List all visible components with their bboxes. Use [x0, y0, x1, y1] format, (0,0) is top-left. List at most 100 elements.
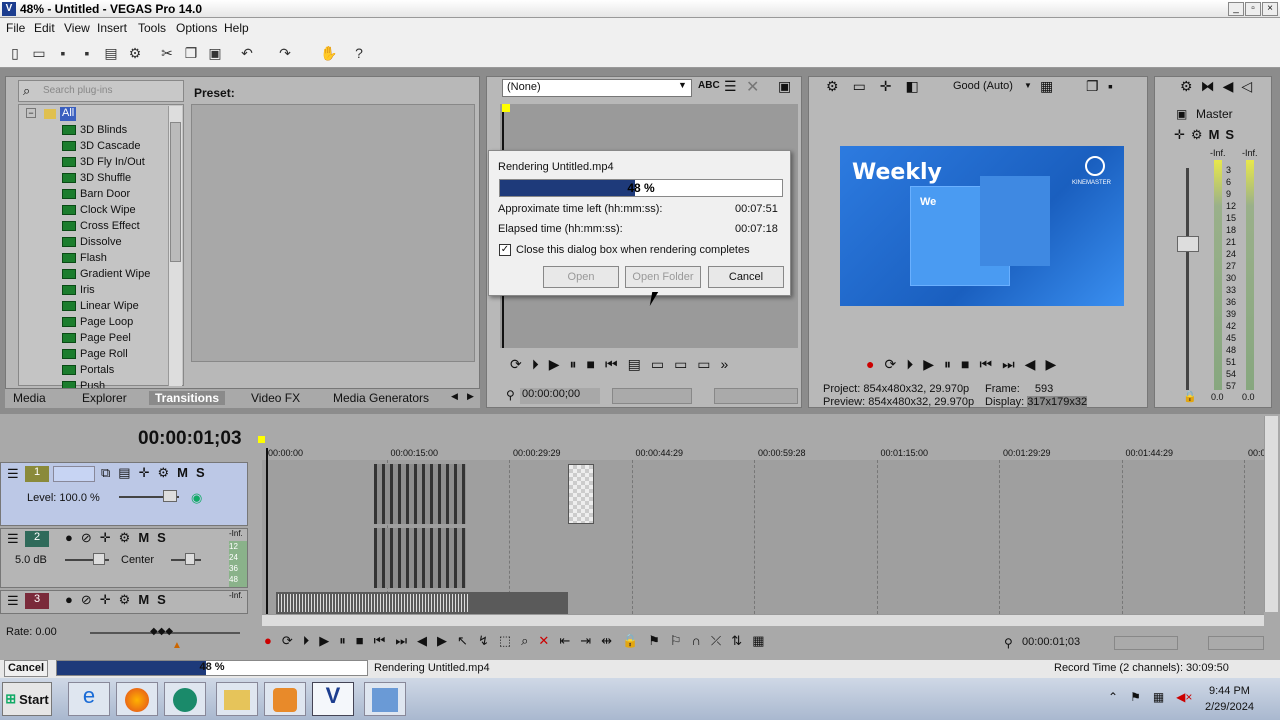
plugin-item[interactable]: 3D Fly In/Out	[62, 154, 145, 170]
trim-insert-icon[interactable]: ▭	[674, 356, 687, 373]
invert-phase-icon[interactable]: ⊘	[81, 530, 92, 546]
media-player-icon[interactable]	[264, 682, 306, 716]
action-center-flag-icon[interactable]: ⚑	[1130, 690, 1141, 704]
start-button[interactable]: ⊞ Start	[2, 682, 52, 716]
track-collapse-icon[interactable]: ☰	[7, 593, 19, 609]
open-folder-button[interactable]: Open Folder	[625, 266, 701, 288]
tab-scroll-left-icon[interactable]: ◀	[451, 391, 458, 402]
undo-icon[interactable]: ↶	[238, 44, 256, 62]
new-icon[interactable]: ▯	[6, 44, 24, 62]
master-pan-icon[interactable]: ✛	[1174, 127, 1185, 143]
close-on-complete-checkbox[interactable]: ✓	[499, 244, 511, 256]
plugin-item[interactable]: Page Loop	[62, 314, 133, 330]
motion-icon[interactable]: ⧉	[101, 465, 110, 481]
menu-tools[interactable]: Tools	[138, 21, 166, 35]
next-frame-icon[interactable]: ▶	[1045, 356, 1056, 373]
trim-mode-icon[interactable]: ▤	[628, 356, 641, 373]
master-fx-chain-icon[interactable]: ⚙	[1191, 127, 1203, 143]
chevron-down-icon[interactable]: ▼	[1024, 81, 1032, 90]
tab-video-fx[interactable]: Video FX	[251, 391, 300, 405]
timeline-vscrollbar[interactable]	[1264, 416, 1278, 612]
track-collapse-icon[interactable]: ☰	[7, 466, 19, 482]
render-icon[interactable]: ▤	[102, 44, 120, 62]
zoom-tool-icon[interactable]: ⌕	[521, 633, 528, 649]
snapping-icon[interactable]: ∩	[692, 633, 701, 649]
file-explorer-icon[interactable]	[216, 682, 258, 716]
scrollbar-thumb[interactable]	[170, 122, 181, 262]
mute-button[interactable]: M	[138, 530, 149, 546]
network-icon[interactable]: ▦	[1153, 690, 1164, 704]
prev-frame-icon[interactable]: ◀	[417, 633, 427, 649]
pause-icon[interactable]: ⏸	[339, 633, 346, 649]
mute-button[interactable]: M	[177, 465, 188, 481]
lock-icon[interactable]: 🔒	[622, 633, 638, 649]
trim-overwrite-icon[interactable]: ▭	[697, 356, 710, 373]
restore-button[interactable]: ▫	[1245, 2, 1261, 16]
rate-handle-icon[interactable]: ◆◆◆	[150, 626, 173, 637]
trimmer-in-field[interactable]	[612, 388, 692, 404]
plugin-item[interactable]: Page Roll	[62, 346, 128, 362]
solo-button[interactable]: S	[157, 530, 166, 546]
downmix-icon[interactable]: ⧓	[1201, 78, 1215, 95]
video-event-cluster[interactable]	[374, 464, 466, 524]
speaker-icon[interactable]: ◀	[1223, 78, 1234, 95]
help-icon[interactable]: ?	[350, 44, 368, 62]
vegas-taskbar-icon[interactable]: V	[312, 682, 354, 716]
redo-icon[interactable]: ↷	[276, 44, 294, 62]
trimmer-select[interactable]: (None)	[502, 79, 692, 97]
selection-tool-icon[interactable]: ⬚	[499, 633, 511, 649]
hand-icon[interactable]: ✋	[320, 44, 338, 62]
solo-button[interactable]: S	[196, 465, 205, 481]
region-insert-icon[interactable]: ⚐	[670, 633, 682, 649]
pan-icon[interactable]: ✛	[139, 465, 150, 481]
play-icon[interactable]: ▶	[549, 356, 560, 373]
next-frame-icon[interactable]: ▶	[437, 633, 447, 649]
menu-file[interactable]: File	[6, 21, 25, 35]
go-end-icon[interactable]: ⏭	[395, 633, 407, 649]
close-button[interactable]: ×	[1262, 2, 1278, 16]
record-icon[interactable]: ●	[264, 633, 272, 649]
pause-icon[interactable]: ⏸	[570, 356, 577, 373]
status-cancel-button[interactable]: Cancel	[4, 660, 48, 677]
trimmer-out-field[interactable]	[714, 388, 798, 404]
cancel-button[interactable]: Cancel	[708, 266, 784, 288]
go-start-icon[interactable]: ⏮	[374, 633, 386, 649]
lock-icon[interactable]: 🔒	[1183, 390, 1197, 403]
fx-icon[interactable]: ⚙	[119, 530, 131, 546]
tab-transitions[interactable]: Transitions	[149, 391, 226, 405]
plugin-item[interactable]: Linear Wipe	[62, 298, 139, 314]
plugin-item[interactable]: 3D Cascade	[62, 138, 141, 154]
plugin-item[interactable]: Gradient Wipe	[62, 266, 150, 282]
marker-insert-icon[interactable]: ⚑	[648, 633, 660, 649]
delete-icon[interactable]: ✕	[746, 77, 759, 97]
chevron-down-icon[interactable]: ▼	[678, 80, 687, 90]
lock-envelopes-icon[interactable]: ▦	[752, 633, 764, 649]
trim-add-icon[interactable]: ▭	[651, 356, 664, 373]
cut-icon[interactable]: ✂	[158, 44, 176, 62]
save-icon[interactable]: ▪	[54, 44, 72, 62]
tree-expand-icon[interactable]: −	[26, 108, 36, 118]
plugin-item[interactable]: Cross Effect	[62, 218, 140, 234]
invert-phase-icon[interactable]: ⊘	[81, 592, 92, 608]
go-start-icon[interactable]: ⏮	[979, 356, 992, 373]
plugin-item[interactable]: Barn Door	[62, 186, 130, 202]
selection-end-field[interactable]	[1208, 636, 1264, 650]
search-input[interactable]: ⌕ Search plug-ins	[18, 80, 184, 102]
plugin-item[interactable]: Flash	[62, 250, 107, 266]
trim-icon[interactable]: ⇤	[559, 633, 570, 649]
normal-edit-tool-icon[interactable]: ↖	[457, 633, 468, 649]
play-from-start-icon[interactable]: ⏵	[303, 633, 310, 649]
play-icon[interactable]: ▶	[319, 633, 329, 649]
play-from-start-icon[interactable]: ⏵	[906, 356, 913, 373]
pan-icon[interactable]: ✛	[100, 592, 111, 608]
tab-media-generators[interactable]: Media Generators	[333, 391, 429, 405]
gear-icon[interactable]: ⚙	[126, 44, 144, 62]
grid-icon[interactable]: ▦	[1040, 78, 1053, 95]
master-fader-handle[interactable]	[1177, 236, 1199, 252]
level-slider-handle[interactable]	[163, 490, 177, 502]
trimmer-options-icon[interactable]: ▣	[778, 78, 791, 95]
track-header-1[interactable]: ☰ 1 ⧉ ▤ ✛ ⚙ M S Level: 100.0 % ◉	[0, 462, 248, 526]
firefox-icon[interactable]	[116, 682, 158, 716]
plugin-item[interactable]: Portals	[62, 362, 114, 378]
trim-start-icon[interactable]: ⇥	[580, 633, 591, 649]
